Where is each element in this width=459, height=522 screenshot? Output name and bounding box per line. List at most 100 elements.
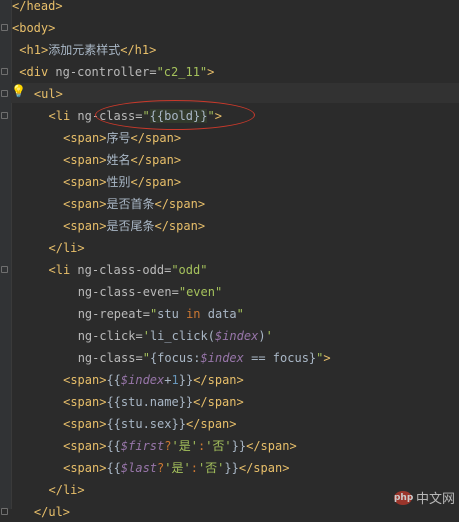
code-token: ng-repeat= (77, 307, 150, 321)
code-token: <li (48, 109, 78, 123)
code-token: '否' (197, 461, 225, 475)
code-token: </span> (185, 417, 237, 431)
code-token: </span> (238, 461, 290, 475)
code-token: </h1> (120, 43, 157, 57)
code-token: 是否尾条 (106, 219, 155, 233)
annotation-circle (95, 100, 255, 130)
code-token: "odd" (171, 263, 208, 277)
code-token: "even" (178, 285, 223, 299)
fold-marker-icon[interactable] (1, 266, 8, 273)
code-line[interactable]: ng-class="{focus:$index == focus}"> (78, 348, 331, 368)
code-token: </li> (48, 241, 85, 255)
code-token: '是' (164, 461, 191, 475)
code-token: </head> (12, 0, 63, 13)
code-line[interactable]: <span>{{$last?'是':'否'}}</span> (63, 458, 289, 478)
fold-marker-icon[interactable] (1, 508, 8, 515)
code-line[interactable]: <span>{{stu.sex}}</span> (63, 414, 236, 434)
code-token: <span> (63, 153, 107, 167)
code-token: </li> (48, 483, 85, 497)
code-line[interactable]: ng-class-even="even" (78, 282, 223, 302)
code-token: 性别 (106, 175, 131, 189)
code-line[interactable]: ng-repeat="stu in data" (78, 304, 244, 324)
code-line[interactable]: <body> (12, 18, 55, 38)
php-logo-icon: php (393, 490, 414, 505)
code-line[interactable]: </ul> (34, 502, 70, 522)
code-line[interactable]: </li> (49, 238, 85, 258)
code-line[interactable]: <span>是否尾条</span> (63, 216, 205, 236)
code-token: <span> (63, 219, 107, 233)
code-line[interactable]: <span>{{$first?'是':'否'}}</span> (63, 436, 297, 456)
code-token: </span> (193, 395, 244, 409)
code-token: ng-controller= (55, 65, 157, 79)
fold-marker-icon[interactable] (1, 24, 8, 31)
code-token: <span> (63, 373, 107, 387)
code-line[interactable]: <span>{{$index+1}}</span> (63, 370, 244, 390)
code-token: {{ (106, 439, 121, 453)
code-token: {{stu.sex}} (106, 417, 186, 431)
code-line[interactable]: <span>姓名</span> (63, 150, 181, 170)
code-token: <li (48, 263, 78, 277)
code-line[interactable]: <ul> (34, 84, 63, 104)
code-line[interactable]: </li> (49, 480, 85, 500)
code-token: ' (265, 329, 273, 343)
code-token: <span> (63, 131, 107, 145)
code-line[interactable]: <li ng-class-odd="odd" (49, 260, 208, 280)
code-line[interactable]: ng-click='li_click($index)' (78, 326, 273, 346)
code-token: 添加元素样式 (48, 43, 121, 57)
code-line[interactable]: <span>性别</span> (63, 172, 181, 192)
code-token: </ul> (33, 505, 71, 519)
code-line[interactable]: <span>{{stu.name}}</span> (63, 392, 244, 412)
code-token: {{ (106, 461, 121, 475)
code-token: ng-class= (77, 351, 143, 365)
code-token: }} (224, 461, 239, 475)
code-token: $index (120, 373, 165, 387)
code-token: ng-class-odd= (77, 263, 172, 277)
code-line[interactable]: <span>是否首条</span> (63, 194, 205, 214)
code-token: </span> (246, 439, 297, 453)
code-token: stu (157, 307, 187, 321)
code-token: data (200, 307, 237, 321)
code-token: <div (19, 65, 56, 79)
code-token: $index (200, 351, 244, 365)
code-token: <span> (63, 175, 107, 189)
code-token: {{ (106, 373, 121, 387)
code-token: '是' (171, 439, 198, 453)
code-token: > (207, 65, 215, 79)
code-token: {{stu.name}} (106, 395, 194, 409)
code-editor[interactable]: 💡 </head> <body> <h1>添加元素样式</h1> <div ng-co… (0, 0, 459, 519)
code-token: $index (214, 329, 259, 343)
lightbulb-icon[interactable]: 💡 (11, 84, 26, 98)
code-token: }} (231, 439, 247, 453)
code-line[interactable]: <div ng-controller="c2_11"> (19, 62, 214, 82)
code-token: 姓名 (106, 153, 131, 167)
code-line[interactable]: <h1>添加元素样式</h1> (19, 40, 156, 60)
code-line[interactable]: </head> (12, 0, 63, 16)
code-token: <span> (63, 197, 107, 211)
code-token: </span> (130, 175, 182, 189)
code-line[interactable]: <span>序号</span> (63, 128, 181, 148)
code-token: ) (258, 329, 266, 343)
editor-gutter (0, 0, 12, 515)
code-token: </span> (154, 197, 206, 211)
code-token: </span> (130, 131, 182, 145)
fold-marker-icon[interactable] (1, 90, 8, 97)
code-token: "c2_11" (156, 65, 208, 79)
watermark: php 中文网 (393, 488, 455, 507)
fold-marker-icon[interactable] (1, 68, 8, 75)
code-token: + (164, 373, 172, 387)
code-token: <span> (63, 461, 107, 475)
code-token: <span> (63, 439, 107, 453)
code-token: ' (142, 329, 150, 343)
code-token: </span> (193, 373, 244, 387)
code-token: li_click( (149, 329, 215, 343)
code-token: }} (178, 373, 194, 387)
fold-marker-icon[interactable] (1, 112, 8, 119)
code-token: 1 (171, 373, 179, 387)
code-token: 是否首条 (106, 197, 155, 211)
code-token: ng-click= (77, 329, 143, 343)
code-token: '否' (205, 439, 232, 453)
code-token: > (323, 351, 331, 365)
code-token: <ul> (33, 87, 63, 101)
code-token: " (236, 307, 244, 321)
code-token: in (186, 307, 201, 321)
